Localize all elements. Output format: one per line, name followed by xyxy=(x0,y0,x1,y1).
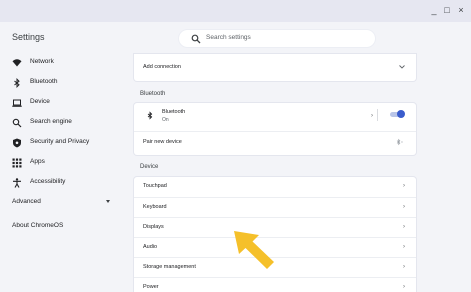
page-title: Settings xyxy=(12,32,45,42)
sidebar-advanced-toggle[interactable]: Advanced xyxy=(0,194,125,214)
apps-grid-icon xyxy=(12,158,22,168)
shield-icon xyxy=(13,138,21,148)
app-header: Settings Search settings xyxy=(0,22,471,54)
minimize-button[interactable]: _ xyxy=(428,3,440,17)
sidebar-item-label: Accessibility xyxy=(30,178,66,185)
search-icon xyxy=(12,118,22,128)
bluetooth-name: Bluetooth xyxy=(162,109,186,115)
chevron-down-icon xyxy=(399,65,405,69)
row-label: Keyboard xyxy=(143,204,167,210)
sidebar-item-about-chromeos[interactable]: About ChromeOS xyxy=(0,218,125,238)
sidebar-item-label: Apps xyxy=(30,158,45,165)
chevron-right-icon: › xyxy=(403,284,405,290)
sidebar-item-label: Network xyxy=(30,58,54,65)
search-placeholder: Search settings xyxy=(206,34,251,41)
sidebar-item-accessibility[interactable]: Accessibility xyxy=(0,174,125,194)
sidebar-item-label: Security and Privacy xyxy=(30,138,90,145)
row-label: Storage management xyxy=(143,264,196,270)
sidebar-item-label: Bluetooth xyxy=(30,78,58,85)
maximize-button[interactable]: □ xyxy=(441,3,453,17)
chevron-right-icon: › xyxy=(403,264,405,270)
bluetooth-add-icon xyxy=(396,138,403,146)
sidebar: Network Bluetooth Device Search engine S… xyxy=(0,54,125,292)
device-row-touchpad[interactable]: Touchpad › xyxy=(134,177,416,196)
sidebar-item-label: Search engine xyxy=(30,118,72,125)
window-titlebar: _ □ × xyxy=(0,0,471,22)
row-label: Touchpad xyxy=(143,183,167,189)
close-button[interactable]: × xyxy=(455,3,467,17)
row-label: Power xyxy=(143,284,159,290)
device-row-keyboard[interactable]: Keyboard › xyxy=(134,197,416,216)
bluetooth-status: On xyxy=(162,117,169,123)
divider xyxy=(377,109,378,121)
advanced-label: Advanced xyxy=(12,198,41,205)
accessibility-icon xyxy=(13,178,21,188)
network-card: Add connection xyxy=(134,54,416,81)
add-connection-row[interactable]: Add connection xyxy=(134,57,412,77)
bluetooth-row[interactable]: Bluetooth On › xyxy=(134,103,416,128)
chevron-right-icon: › xyxy=(403,224,405,230)
row-label: Audio xyxy=(143,244,158,250)
sidebar-item-apps[interactable]: Apps xyxy=(0,154,125,174)
row-label: Displays xyxy=(143,224,164,230)
sidebar-item-label: About ChromeOS xyxy=(12,222,64,229)
sidebar-item-device[interactable]: Device xyxy=(0,94,125,114)
pointer-arrow-icon xyxy=(234,231,274,269)
chevron-right-icon: › xyxy=(403,183,405,189)
chevron-right-icon: › xyxy=(403,244,405,250)
sidebar-item-network[interactable]: Network xyxy=(0,54,125,74)
pair-new-device-label: Pair new device xyxy=(143,139,182,145)
sidebar-item-search-engine[interactable]: Search engine xyxy=(0,114,125,134)
add-connection-label: Add connection xyxy=(143,64,181,70)
toggle-knob xyxy=(397,110,405,118)
sidebar-item-bluetooth[interactable]: Bluetooth xyxy=(0,74,125,94)
bluetooth-icon xyxy=(147,111,153,120)
section-title-bluetooth: Bluetooth xyxy=(140,91,166,97)
device-row-power[interactable]: Power › xyxy=(134,277,416,292)
sidebar-item-label: Device xyxy=(30,98,50,105)
section-title-device: Device xyxy=(140,164,159,170)
laptop-icon xyxy=(12,99,22,107)
search-icon xyxy=(191,34,201,44)
wifi-icon xyxy=(12,59,22,67)
chevron-right-icon: › xyxy=(403,204,405,210)
sidebar-item-security-and-privacy[interactable]: Security and Privacy xyxy=(0,134,125,154)
bluetooth-card: Bluetooth On › Pair new device xyxy=(134,103,416,155)
chevron-right-icon[interactable]: › xyxy=(371,113,373,119)
search-input[interactable]: Search settings xyxy=(178,29,376,48)
pair-new-device-row[interactable]: Pair new device xyxy=(134,131,416,151)
chevron-down-icon xyxy=(106,200,110,203)
bluetooth-icon xyxy=(14,78,20,88)
